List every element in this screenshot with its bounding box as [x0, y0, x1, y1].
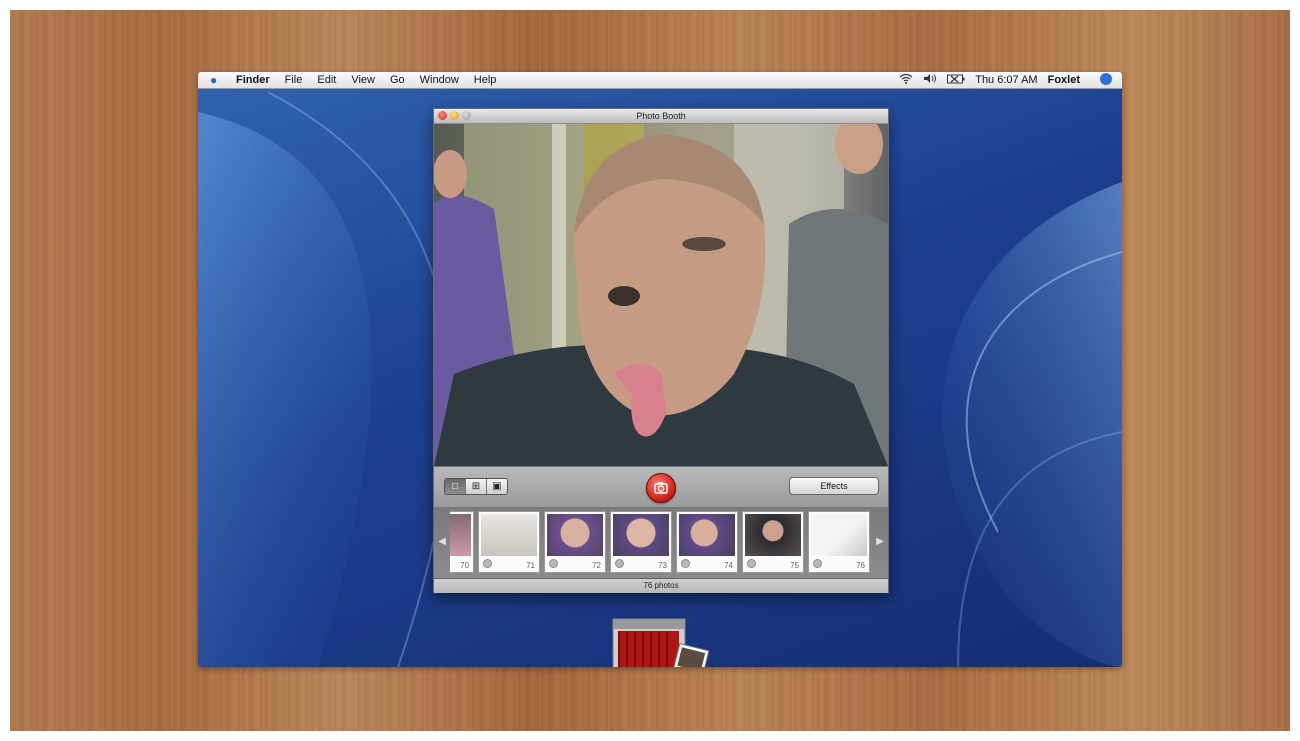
scroll-right-arrow[interactable]: ▶: [874, 530, 886, 554]
window-titlebar[interactable]: Photo Booth: [434, 109, 888, 124]
thumbnail-number: 75: [790, 561, 799, 570]
thumbnail-list: 70 71 72 73 74 75 76: [450, 511, 870, 573]
camera-preview: [434, 124, 888, 466]
window-controls: [438, 111, 471, 120]
thumbnail-number: 72: [592, 561, 601, 570]
photo-booth-icon[interactable]: [611, 617, 711, 667]
thumbnail-number: 76: [856, 561, 865, 570]
thumbnail-image: [745, 514, 801, 556]
thumbnail-number: 73: [658, 561, 667, 570]
menu-help[interactable]: Help: [474, 74, 497, 86]
menu-edit[interactable]: Edit: [317, 74, 336, 86]
menu-extras: Thu 6:07 AM Foxlet: [889, 72, 1112, 88]
volume-icon[interactable]: [923, 73, 937, 87]
thumbnail-76[interactable]: 76: [808, 511, 870, 573]
thumbnail-71[interactable]: 71: [478, 511, 540, 573]
zoom-button[interactable]: [462, 111, 471, 120]
menu-file[interactable]: File: [285, 74, 303, 86]
thumbnail-image: [679, 514, 735, 556]
movie-mode-button[interactable]: ▣: [487, 479, 507, 494]
thumbnail-73[interactable]: 73: [610, 511, 672, 573]
thumbnail-image: [613, 514, 669, 556]
scroll-left-arrow[interactable]: ◀: [436, 530, 448, 554]
photo-booth-window: Photo Booth □ ⊞ ▣ Effects ◀ 70 71 72 73 …: [433, 108, 889, 593]
delete-icon[interactable]: [747, 559, 756, 568]
delete-icon[interactable]: [813, 559, 822, 568]
wifi-icon[interactable]: [899, 73, 913, 87]
minimize-button[interactable]: [450, 111, 459, 120]
photo-strip: ◀ 70 71 72 73 74 75 76 ▶: [434, 508, 888, 579]
thumbnail-image: [450, 514, 471, 556]
thumbnail-number: 70: [460, 561, 469, 570]
take-photo-button[interactable]: [646, 473, 676, 503]
delete-icon[interactable]: [483, 559, 492, 568]
menu-go[interactable]: Go: [390, 74, 405, 86]
delete-icon[interactable]: [615, 559, 624, 568]
menu-finder[interactable]: Finder: [236, 74, 270, 86]
thumbnail-74[interactable]: 74: [676, 511, 738, 573]
single-photo-mode-button[interactable]: □: [445, 479, 466, 494]
delete-icon[interactable]: [549, 559, 558, 568]
thumbnail-image: [481, 514, 537, 556]
delete-icon[interactable]: [681, 559, 690, 568]
close-button[interactable]: [438, 111, 447, 120]
wood-background: ● Finder File Edit View Go Window Help T…: [10, 10, 1290, 731]
menu-bar: ● Finder File Edit View Go Window Help T…: [198, 72, 1122, 89]
camera-image: [434, 124, 888, 466]
window-title: Photo Booth: [636, 111, 686, 121]
desktop: ● Finder File Edit View Go Window Help T…: [198, 72, 1122, 667]
thumbnail-number: 71: [526, 561, 535, 570]
battery-icon[interactable]: [947, 74, 965, 87]
thumbnail-number: 74: [724, 561, 733, 570]
menu-user[interactable]: Foxlet: [1048, 74, 1080, 86]
effects-button[interactable]: Effects: [789, 477, 879, 495]
menu-window[interactable]: Window: [420, 74, 459, 86]
thumbnail-72[interactable]: 72: [544, 511, 606, 573]
view-mode-control: □ ⊞ ▣: [444, 478, 508, 495]
apple-icon[interactable]: ●: [210, 73, 224, 87]
photo-booth-toolbar: □ ⊞ ▣ Effects: [434, 466, 888, 508]
menu-view[interactable]: View: [351, 74, 375, 86]
thumbnail-70[interactable]: 70: [450, 511, 474, 573]
four-up-mode-button[interactable]: ⊞: [466, 479, 487, 494]
thumbnail-75[interactable]: 75: [742, 511, 804, 573]
thumbnail-image: [547, 514, 603, 556]
photo-count-status: 76 photos: [434, 579, 888, 593]
spotlight-icon[interactable]: [1090, 72, 1112, 88]
thumbnail-image: [811, 514, 867, 556]
menu-clock[interactable]: Thu 6:07 AM: [975, 74, 1037, 86]
camera-icon: [654, 482, 668, 494]
